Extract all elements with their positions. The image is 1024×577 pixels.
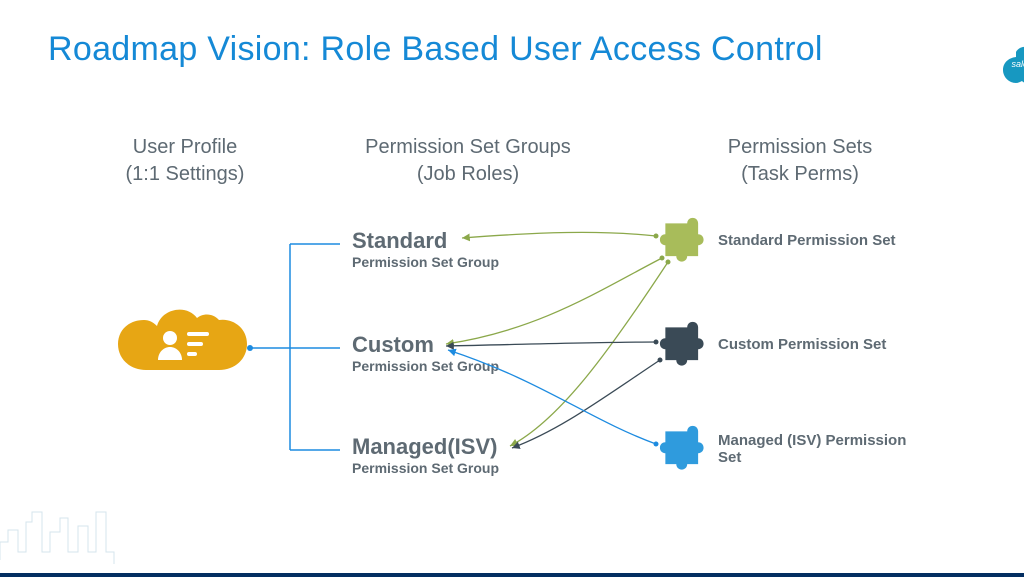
bottom-bar xyxy=(0,573,1024,577)
slide: Roadmap Vision: Role Based User Access C… xyxy=(0,0,1024,577)
city-silhouette xyxy=(0,0,1024,577)
